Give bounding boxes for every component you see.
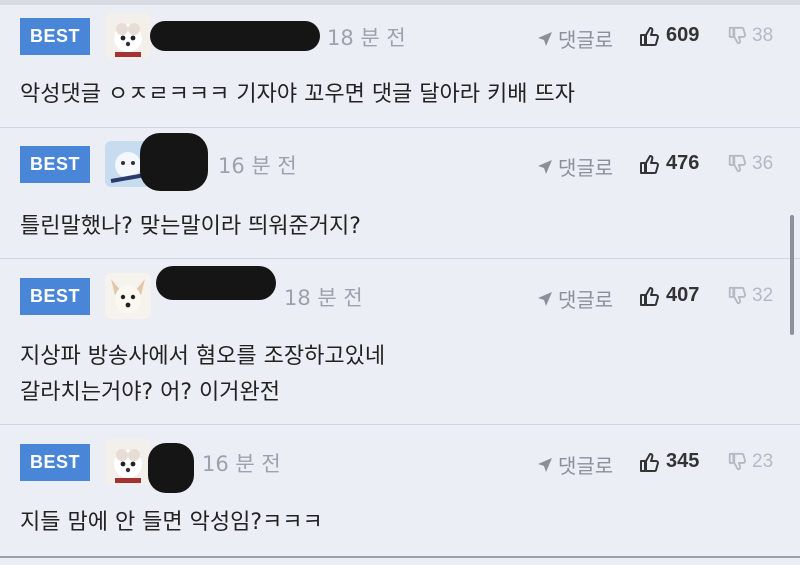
comment-time: 18 분 전 xyxy=(284,286,363,310)
best-badge: BEST xyxy=(20,278,90,315)
dislike-count: 38 xyxy=(752,25,774,46)
reply-label: 댓글로 xyxy=(558,288,614,312)
censored-nickname xyxy=(140,133,208,191)
thumbs-down-icon xyxy=(728,154,747,173)
comment-time: 16 분 전 xyxy=(202,452,281,476)
comment-text: 지상파 방송사에서 혐오를 조장하고있네 갈라치는거야? 어? 이거완전 xyxy=(20,344,386,405)
like-button[interactable]: 345 xyxy=(638,450,699,473)
like-count: 407 xyxy=(666,284,700,306)
best-badge: BEST xyxy=(20,18,90,55)
censored-nickname xyxy=(148,443,194,493)
avatar[interactable] xyxy=(105,273,151,319)
like-count: 609 xyxy=(666,24,700,46)
scrollbar-thumb[interactable] xyxy=(790,215,794,335)
like-button[interactable]: 609 xyxy=(638,24,699,47)
comment-text: 틀린말했나? 맞는말이라 띄워준거지? xyxy=(20,214,361,239)
thumbs-down-icon xyxy=(728,452,747,471)
reply-button[interactable]: 댓글로 xyxy=(536,24,613,53)
reply-button[interactable]: 댓글로 xyxy=(536,152,613,181)
comment-item: BEST 18 분 전 댓글로 609 38 악성댓글 ㅇㅈㄹㅋㅋㅋ 기자야 꼬… xyxy=(0,5,800,128)
avatar[interactable] xyxy=(105,439,151,485)
thumbs-up-icon xyxy=(640,452,659,472)
dislike-button[interactable]: 32 xyxy=(727,285,773,307)
dislike-count: 36 xyxy=(752,153,774,174)
dislike-button[interactable]: 36 xyxy=(727,153,773,175)
thumbs-up-icon xyxy=(640,26,659,46)
thumbs-down-icon xyxy=(728,286,747,305)
like-button[interactable]: 476 xyxy=(638,152,699,175)
best-badge: BEST xyxy=(20,146,90,183)
bottom-divider xyxy=(0,556,800,558)
like-count: 476 xyxy=(666,152,700,174)
dislike-button[interactable]: 23 xyxy=(727,451,773,473)
reply-label: 댓글로 xyxy=(558,156,614,180)
thumbs-up-icon xyxy=(640,286,659,306)
reply-arrow-icon xyxy=(538,159,552,174)
comment-item: BEST 16 분 전 댓글로 345 23 지들 맘에 안 들면 악성임?ㅋㅋ… xyxy=(0,425,800,556)
comment-item: BEST 18 분 전 댓글로 407 32 지상파 방송사에서 혐오를 조장하… xyxy=(0,259,800,425)
like-count: 345 xyxy=(666,450,700,472)
best-badge: BEST xyxy=(20,444,90,481)
dislike-count: 32 xyxy=(752,285,774,306)
comment-text: 악성댓글 ㅇㅈㄹㅋㅋㅋ 기자야 꼬우면 댓글 달아라 키배 뜨자 xyxy=(20,82,575,107)
reply-arrow-icon xyxy=(538,291,552,306)
comment-time: 18 분 전 xyxy=(327,26,406,50)
comment-item: BEST 16 분 전 댓글로 476 36 틀린말했나? 맞는말이라 띄워준거… xyxy=(0,128,800,259)
thumbs-down-icon xyxy=(728,26,747,45)
reply-button[interactable]: 댓글로 xyxy=(536,450,613,479)
censored-nickname xyxy=(150,21,320,51)
avatar[interactable] xyxy=(105,13,151,59)
reply-arrow-icon xyxy=(538,457,552,472)
reply-label: 댓글로 xyxy=(558,28,614,52)
thumbs-up-icon xyxy=(640,154,659,174)
comment-text: 지들 맘에 안 들면 악성임?ㅋㅋㅋ xyxy=(20,510,323,535)
reply-label: 댓글로 xyxy=(558,454,614,478)
comment-time: 16 분 전 xyxy=(218,154,297,178)
dislike-count: 23 xyxy=(752,451,774,472)
like-button[interactable]: 407 xyxy=(638,284,699,307)
reply-button[interactable]: 댓글로 xyxy=(536,284,613,313)
censored-nickname xyxy=(156,266,276,300)
reply-arrow-icon xyxy=(538,31,552,46)
dislike-button[interactable]: 38 xyxy=(727,25,773,47)
